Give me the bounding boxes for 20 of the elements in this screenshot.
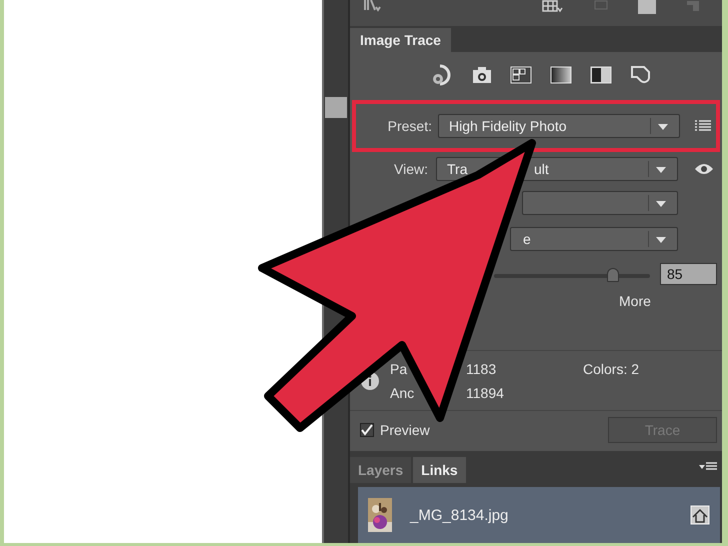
view-value-part: Tra	[447, 161, 468, 177]
panel-tab[interactable]: Layers	[350, 457, 412, 483]
file-name: _MG_8134.jpg	[410, 506, 508, 524]
anchors-label: Anc	[390, 384, 416, 400]
panel-tab[interactable]: Links	[413, 457, 466, 483]
slider-end-label: More	[619, 293, 651, 309]
view-value-part: ult	[534, 161, 549, 177]
value-field[interactable]: 85	[660, 263, 717, 285]
link-row[interactable]: _MG_8134.jpg	[358, 487, 720, 543]
preset-dropdown[interactable]: High Fidelity Photo	[438, 114, 680, 138]
preview-label[interactable]: Preview	[380, 422, 430, 438]
view-label: View:	[394, 161, 428, 177]
dropdown-field[interactable]: e	[510, 227, 678, 251]
paths-count: 1183	[466, 360, 498, 376]
anchors-count: 11894	[466, 384, 505, 400]
dropdown-value-part: e	[523, 231, 531, 247]
preset-label: Preset:	[388, 118, 432, 134]
colors-count: Colors: 2	[583, 360, 640, 376]
paths-label: Pa	[390, 360, 408, 376]
panel-tab[interactable]: Image Trace	[350, 28, 451, 52]
